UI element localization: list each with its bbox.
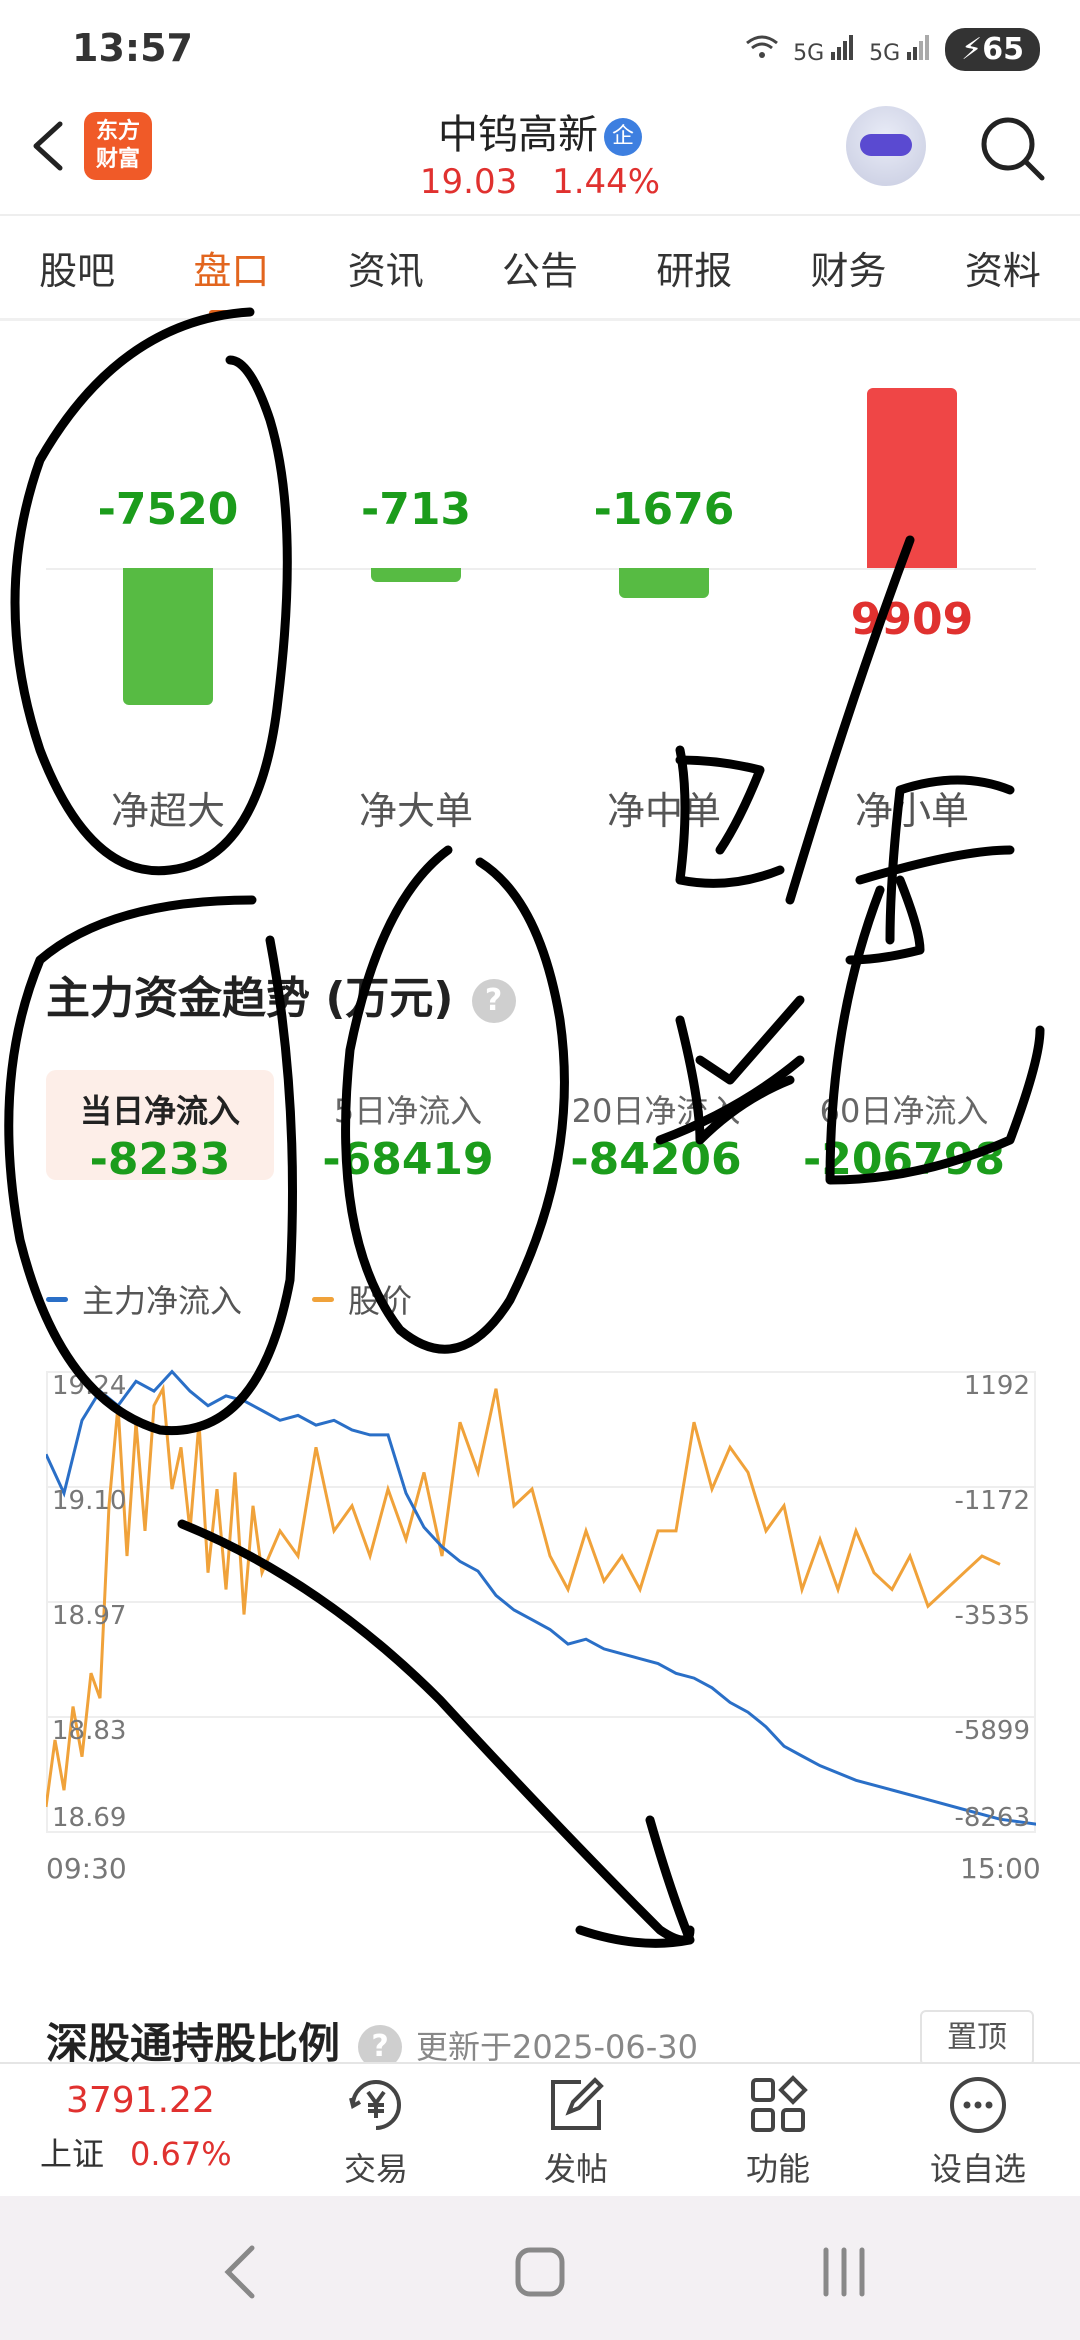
trend-title: 主力资金趋势 (万元)? xyxy=(46,962,516,1026)
trend-card-1[interactable]: 5日净流入 -68419 xyxy=(294,1070,522,1185)
tab-0[interactable]: 股吧 xyxy=(39,216,115,316)
right-tick-label: 1192 xyxy=(964,1371,1030,1401)
nav-home-icon[interactable] xyxy=(512,2242,568,2302)
trade-button[interactable]: 交易 xyxy=(306,2070,446,2190)
updated-date: 更新于2025-06-30 xyxy=(416,2028,698,2066)
trend-chart: 19.24 19.10 18.97 18.83 18.69 1192 -1172 -3535 -… xyxy=(46,1369,1036,1833)
flow-bar-0 xyxy=(123,568,213,705)
back-icon[interactable] xyxy=(22,116,82,176)
nav-back-icon[interactable] xyxy=(214,2242,264,2302)
status-time: 13:57 xyxy=(72,26,193,70)
trend-card-value: -8233 xyxy=(89,1134,231,1185)
left-tick-label: 19.10 xyxy=(52,1486,126,1516)
help-icon[interactable]: ? xyxy=(471,979,516,1023)
flow-value-0: -7520 xyxy=(97,484,239,535)
trend-card-label: 60日净流入 xyxy=(819,1092,989,1130)
signal-icon: 5G xyxy=(793,34,855,66)
flow-bar-1 xyxy=(371,568,461,582)
index-value: 3791.22 xyxy=(66,2080,215,2121)
legend-price: 股价 xyxy=(312,1276,412,1322)
robot-avatar[interactable] xyxy=(846,106,926,186)
tab-1[interactable]: 盘口 xyxy=(193,216,269,316)
right-tick-label: -8263 xyxy=(954,1803,1030,1833)
flow-label-3: 净小单 xyxy=(854,789,969,833)
edit-icon xyxy=(551,2077,604,2130)
stock-name: 中钨高新 xyxy=(438,112,598,158)
trend-card-2[interactable]: 20日净流入 -84206 xyxy=(542,1070,770,1185)
trend-card-0[interactable]: 当日净流入 -8233 xyxy=(46,1070,274,1185)
flow-label-0: 净超大 xyxy=(110,789,225,833)
trend-card-value: -206798 xyxy=(803,1134,1005,1185)
legend-flow-swatch xyxy=(46,1296,68,1302)
x-start-label: 09:30 xyxy=(46,1852,127,1885)
left-tick-label: 18.83 xyxy=(52,1716,126,1746)
flow-label-1: 净大单 xyxy=(358,789,473,833)
grid-icon xyxy=(751,2075,808,2132)
trend-card-value: -84206 xyxy=(570,1134,742,1185)
flow-bar-3 xyxy=(867,388,957,568)
tab-5[interactable]: 财务 xyxy=(811,216,887,316)
features-button[interactable]: 功能 xyxy=(708,2070,848,2190)
pin-button[interactable]: 置顶 xyxy=(920,2010,1034,2066)
index-change: 0.67% xyxy=(130,2135,232,2173)
stock-quote: 19.03 1.44% xyxy=(300,162,780,202)
trend-card-label: 5日净流入 xyxy=(333,1092,483,1130)
stock-title: 中钨高新企 xyxy=(300,102,780,160)
trend-card-label: 20日净流入 xyxy=(571,1092,741,1130)
tab-2[interactable]: 资讯 xyxy=(348,216,424,316)
flow-value-2: -1676 xyxy=(593,484,735,535)
signal-icon-2: 5G xyxy=(869,34,931,66)
stock-change: 1.44% xyxy=(552,162,661,202)
left-tick-label: 19.24 xyxy=(52,1371,126,1401)
index-ticker[interactable]: 3791.22 上证 0.67% xyxy=(40,2080,280,2175)
flow-label-2: 净中单 xyxy=(606,789,721,833)
x-end-label: 15:00 xyxy=(960,1852,1041,1885)
trend-card-3[interactable]: 60日净流入 -206798 xyxy=(790,1070,1018,1185)
flow-value-3: 9909 xyxy=(850,594,974,645)
flow-value-1: -713 xyxy=(360,484,472,535)
flow-bar-2 xyxy=(619,568,709,599)
battery-indicator: ⚡65 xyxy=(945,28,1040,71)
avatar-visor xyxy=(860,134,912,156)
right-tick-label: -3535 xyxy=(954,1601,1030,1631)
index-name: 上证 xyxy=(40,2135,105,2173)
nav-recents-icon[interactable] xyxy=(816,2242,872,2302)
legend-flow: 主力净流入 xyxy=(46,1276,242,1322)
tab-divider xyxy=(0,318,1080,321)
trend-card-label: 当日净流入 xyxy=(79,1092,240,1130)
stock-header: 东方 财富 中钨高新企 19.03 1.44% xyxy=(0,90,1080,214)
search-icon[interactable] xyxy=(976,112,1048,184)
more-icon xyxy=(950,2077,1006,2133)
status-icons: 5G 5G ⚡65 xyxy=(745,28,1040,71)
enterprise-badge: 企 xyxy=(604,118,642,156)
left-tick-label: 18.97 xyxy=(52,1601,126,1631)
app-logo[interactable]: 东方 财富 xyxy=(84,112,152,180)
yen-icon xyxy=(349,2080,401,2130)
tab-3[interactable]: 公告 xyxy=(502,216,578,316)
tab-bar: 股吧 盘口 资讯 公告 研报 财务 资料 xyxy=(0,216,1080,316)
left-tick-label: 18.69 xyxy=(52,1803,126,1833)
right-tick-label: -1172 xyxy=(954,1486,1030,1516)
legend-price-swatch xyxy=(312,1296,334,1302)
right-tick-label: -5899 xyxy=(954,1716,1030,1746)
trend-card-value: -68419 xyxy=(322,1134,494,1185)
tab-4[interactable]: 研报 xyxy=(656,216,732,316)
tab-6[interactable]: 资料 xyxy=(965,216,1041,316)
system-nav-bar xyxy=(0,2196,1080,2340)
status-bar: 13:57 5G 5G ⚡65 xyxy=(0,0,1080,90)
wifi-icon xyxy=(745,33,779,67)
price-series-line xyxy=(46,1383,1001,1808)
add-watchlist-button[interactable]: 设自选 xyxy=(908,2070,1048,2190)
post-button[interactable]: 发帖 xyxy=(506,2070,646,2190)
stock-price: 19.03 xyxy=(419,162,518,202)
